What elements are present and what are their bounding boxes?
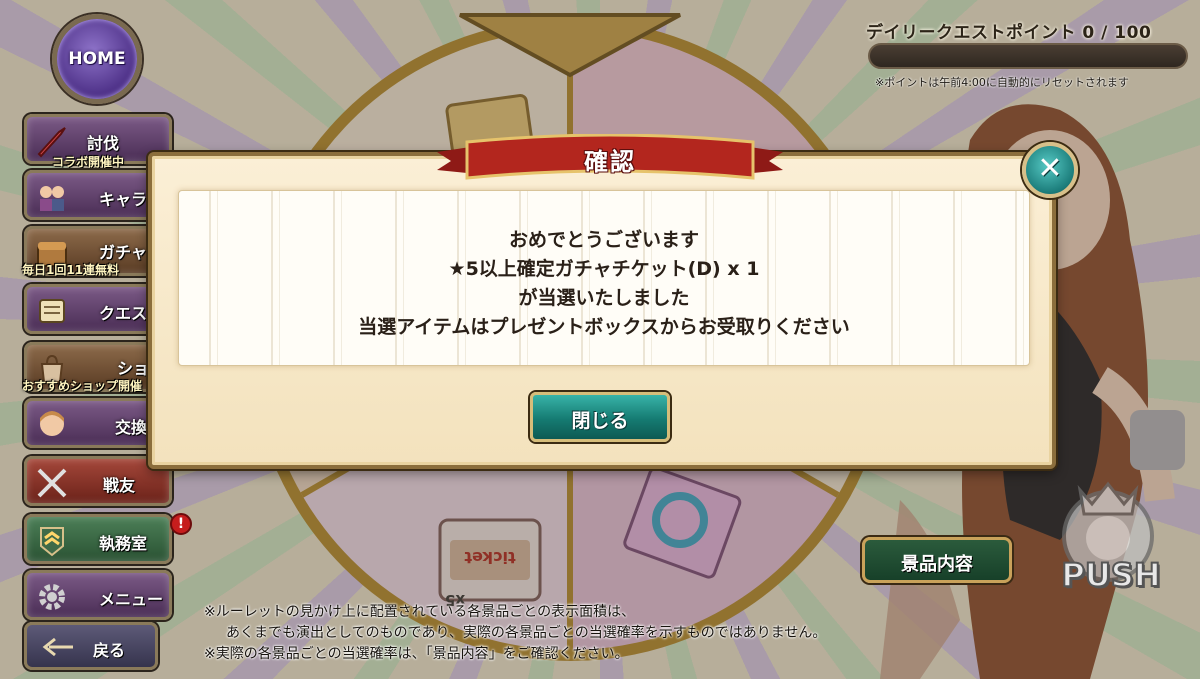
gear-icon [39,584,65,610]
home-button[interactable]: HOME [52,14,142,104]
roulette-disclaimer: ※ルーレットの見かけ上に配置されている各景品ごとの表示面積は、 あくまでも演出と… [204,602,1024,665]
confirmation-dialog: 確認 ✕ おめでとうございます ★5以上確定ガチャチケット(D) x 1 が当選… [148,134,1078,469]
close-icon: ✕ [1037,151,1063,186]
daily-reset-note: ※ポイントは午前4:00に自動的にリセットされます [875,76,1129,89]
nav-label: ガチャ [99,243,147,262]
disclaimer-line: ※ルーレットの見かけ上に配置されている各景品ごとの表示面積は、 [204,604,636,620]
close-dialog-button[interactable]: 閉じる [530,392,670,442]
message-line: が当選いたしました [518,287,690,309]
characters-icon [40,186,64,211]
dialog-message: おめでとうございます ★5以上確定ガチャチケット(D) x 1 が当選いたしまし… [178,226,1030,342]
message-line: ★5以上確定ガチャチケット(D) x 1 [448,258,760,280]
nav-label: キャラ [99,190,148,209]
nav-label: メニュー [99,590,164,609]
nav-menu-button[interactable]: メニュー [24,570,172,620]
nav-shop-badge-text: おすすめショップ開催 [22,379,143,393]
prize-contents-button[interactable]: 景品内容 [862,537,1012,583]
back-label: 戻る [93,641,126,660]
exchange-girl-icon [40,411,64,436]
office-alert-badge: ! [170,513,192,535]
crossed-swords-icon [37,468,67,498]
push-label: PUSH [1060,555,1161,595]
close-button[interactable]: ✕ [1022,142,1078,198]
nav-label: 執務室 [99,534,148,553]
dialog-title: 確認 [584,148,636,176]
back-arrow-icon [42,637,73,657]
disclaimer-line: あくまでも演出としてのものであり、実際の各景品ごとの当選確率を示すものではありま… [226,625,827,641]
disclaimer-line: ※実際の各景品ごとの当選確率は、「景品内容」をご確認ください。 [204,646,629,662]
message-line: おめでとうございます [508,229,699,251]
home-label: HOME [68,49,126,69]
nav-office-button[interactable]: 執務室 [24,514,172,564]
message-line: 当選アイテムはプレゼントボックスからお受取りください [358,316,850,338]
back-button[interactable]: 戻る [24,622,158,670]
daily-quest-progress-bar [868,43,1188,69]
close-dialog-label: 閉じる [571,410,629,432]
nav-gacha-badge-text: 毎日1回11連無料 [22,263,120,277]
quest-scroll-icon [39,299,65,323]
nav-subjugation-badge-text: コラボ開催中 [52,155,125,169]
rank-emblem-icon [40,527,64,557]
nav-label: 戦友 [103,476,136,495]
nav-label: 討伐 [87,134,120,153]
prize-contents-label: 景品内容 [901,554,973,575]
daily-quest-points-label: デイリークエストポイント 0 / 100 [866,23,1152,43]
